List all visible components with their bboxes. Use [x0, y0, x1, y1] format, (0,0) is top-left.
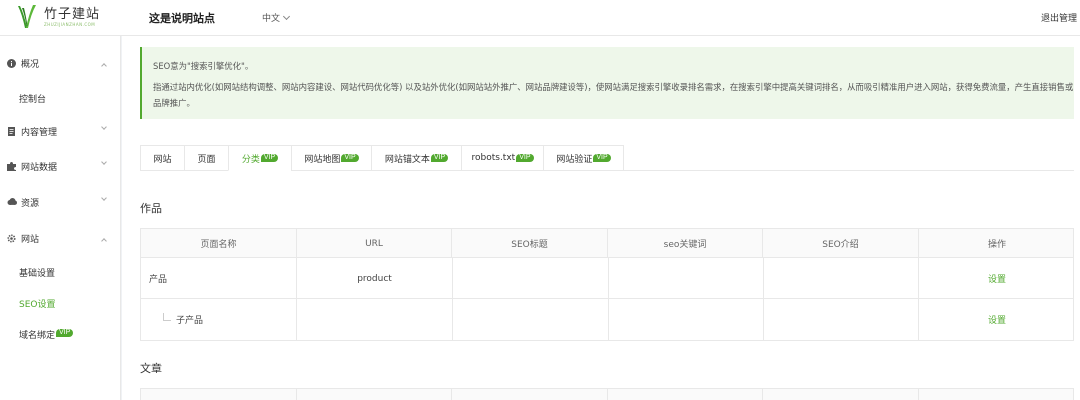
settings-link[interactable]: 设置 [988, 272, 1006, 285]
tree-branch-icon [163, 312, 171, 321]
column-header: seo关键词 [608, 229, 763, 258]
tab-label: 网站 [153, 154, 172, 165]
tab-anchor-text[interactable]: 网站锚文本 VIP [371, 145, 461, 171]
chevron-down-icon [101, 159, 107, 165]
vip-badge: VIP [341, 154, 359, 162]
sidebar-item-site[interactable]: 网站 [0, 228, 121, 248]
sidebar-item-dashboard[interactable]: 控制台 [19, 92, 46, 105]
top-header: 竹子建站 ZHUZIJIANZHAN.COM 这是说明站点 中文 退出管理 [0, 0, 1080, 36]
column-header: SEO标题 [452, 229, 608, 258]
tab-label: 网站锚文本 [384, 154, 430, 165]
seo-desc-cell [764, 258, 919, 299]
articles-table [140, 388, 1074, 400]
action-cell: 设置 [919, 299, 1075, 340]
settings-link[interactable]: 设置 [988, 313, 1006, 326]
chevron-down-icon [101, 124, 107, 130]
document-icon [7, 126, 16, 136]
column-header: SEO介绍 [763, 229, 919, 258]
tab-label: 分类 [241, 154, 260, 165]
language-label: 中文 [262, 14, 281, 24]
tab-sitemap[interactable]: 网站地图 VIP [291, 145, 371, 171]
vip-badge: VIP [56, 329, 74, 337]
logo-subtitle: ZHUZIJIANZHAN.COM [44, 21, 96, 27]
sidebar-item-resources[interactable]: 资源 [0, 192, 121, 212]
tab-label: 页面 [197, 154, 216, 165]
tab-robots[interactable]: robots.txt VIP [461, 145, 543, 171]
chevron-down-icon [282, 12, 291, 20]
tab-categories[interactable]: 分类 VIP [228, 145, 291, 171]
sidebar-item-label: 网站数据 [21, 162, 58, 173]
sidebar-item-label: 域名绑定 [19, 331, 56, 341]
sidebar-item-overview[interactable]: 概况 [0, 53, 121, 73]
tab-site[interactable]: 网站 [140, 145, 184, 171]
page-name-cell: 子产品 [141, 299, 297, 340]
table-header [141, 389, 1073, 400]
page-name-text: 子产品 [176, 316, 204, 326]
table-row: 子产品 设置 [141, 299, 1073, 340]
brand-logo[interactable]: 竹子建站 ZHUZIJIANZHAN.COM [16, 2, 100, 32]
table-header: 页面名称 URL SEO标题 seo关键词 SEO介绍 操作 [141, 229, 1073, 258]
sidebar-item-content[interactable]: 内容管理 [0, 121, 121, 141]
tab-pages[interactable]: 页面 [184, 145, 228, 171]
tab-label: 网站地图 [304, 154, 341, 165]
sidebar-item-label: 资源 [21, 198, 40, 209]
info-icon [7, 58, 16, 68]
vip-badge: VIP [430, 154, 449, 162]
column-divider [141, 389, 297, 400]
column-header: 操作 [987, 240, 1006, 250]
vip-badge: VIP [516, 154, 534, 162]
table-row: 产品 product 设置 [141, 258, 1073, 299]
seo-tabs: 网站 页面 分类 VIP 网站地图 VIP 网站锚文本 VIP robots.txt V… [140, 145, 1074, 171]
seo-title-cell [453, 258, 609, 299]
sidebar-item-label: 内容管理 [21, 127, 58, 138]
vip-badge: VIP [593, 154, 611, 162]
vip-badge: VIP [260, 154, 279, 162]
column-divider [763, 389, 919, 400]
notice-line-2: 指通过站内优化(如网站结构调整、网站内容建设、网站代码优化等) 以及站外优化(如… [153, 82, 1074, 108]
column-divider [452, 389, 608, 400]
column-divider [608, 389, 763, 400]
action-cell: 设置 [919, 258, 1075, 299]
sidebar: 概况 控制台 内容管理 网站数据 资源 网站 基础设置 SEO设置 域名绑定 VI… [0, 36, 121, 400]
chevron-up-icon [101, 238, 107, 244]
notice-line-1: SEO意为"搜索引擎优化"。 [153, 61, 254, 71]
logo-title: 竹子建站 [44, 6, 101, 22]
tab-label: robots.txt [471, 153, 516, 163]
sidebar-item-basic-settings[interactable]: 基础设置 [19, 266, 55, 279]
logout-link[interactable]: 退出管理 [1041, 11, 1077, 24]
site-name: 这是说明站点 [149, 12, 215, 25]
column-header: URL [297, 229, 452, 258]
seo-desc-cell [764, 299, 919, 340]
sidebar-item-label: 网站 [21, 234, 40, 245]
language-selector[interactable]: 中文 [262, 11, 291, 24]
column-header: 页面名称 [141, 229, 297, 258]
url-cell: product [297, 258, 453, 299]
sidebar-item-seo-settings[interactable]: SEO设置 [19, 297, 55, 310]
column-divider [297, 389, 452, 400]
sidebar-item-domain-binding[interactable]: 域名绑定 VIP [19, 328, 74, 341]
seo-keywords-cell [609, 258, 764, 299]
column-divider [919, 389, 1075, 400]
sidebar-item-data[interactable]: 网站数据 [0, 156, 121, 176]
section-title-works: 作品 [140, 202, 162, 215]
tab-site-verification[interactable]: 网站验证 VIP [543, 145, 624, 171]
cloud-icon [7, 197, 17, 207]
main-content: SEO意为"搜索引擎优化"。 指通过站内优化(如网站结构调整、网站内容建设、网站… [122, 36, 1080, 400]
url-cell [297, 299, 453, 340]
section-title-articles: 文章 [140, 362, 162, 375]
sidebar-item-label: 概况 [21, 59, 40, 70]
gear-icon [7, 233, 16, 243]
tab-label: 网站验证 [556, 154, 593, 165]
page-name-cell: 产品 [141, 258, 297, 299]
seo-title-cell [453, 299, 609, 340]
seo-keywords-cell [609, 299, 764, 340]
works-table: 页面名称 URL SEO标题 seo关键词 SEO介绍 操作 产品 produc… [140, 228, 1074, 341]
seo-notice: SEO意为"搜索引擎优化"。 指通过站内优化(如网站结构调整、网站内容建设、网站… [140, 47, 1074, 119]
chevron-up-icon [101, 63, 107, 69]
bamboo-logo-icon [18, 5, 36, 28]
chevron-down-icon [101, 195, 107, 201]
puzzle-icon [7, 161, 16, 171]
